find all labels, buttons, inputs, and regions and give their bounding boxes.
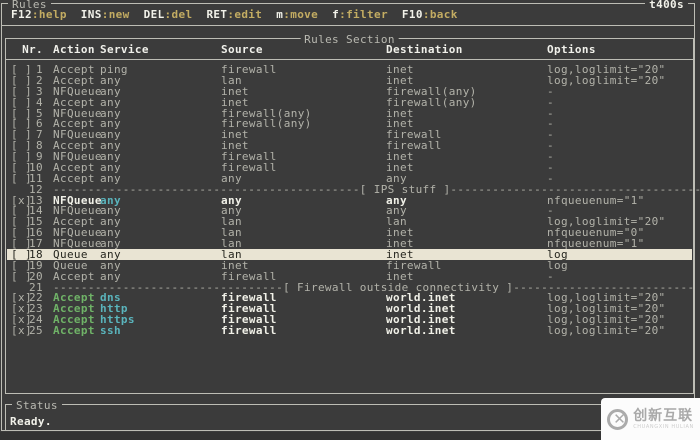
rule-options: log,loglimit="20" <box>547 75 666 86</box>
rule-options: log,loglimit="20" <box>547 325 666 336</box>
rule-destination: firewall(any) <box>386 97 477 108</box>
rule-service: ssh <box>100 325 121 336</box>
menu-key: F10 <box>402 8 423 21</box>
watermark: ✕ 创新互联 CHUANGXIN HULIAN <box>601 398 700 440</box>
menu-item-filter[interactable]: ffilter <box>332 9 388 20</box>
rule-number: 25 <box>17 325 43 336</box>
circle-x-logo-icon: ✕ <box>607 409 628 430</box>
watermark-brand: 创新互联 <box>633 409 694 424</box>
rule-source: inet <box>221 97 249 108</box>
bottom-strip <box>0 432 700 440</box>
menu-bar: F12help INSnew DELdel RETedit mmove ffil… <box>2 4 694 26</box>
menu-key: RET <box>206 8 227 21</box>
menu-item-edit[interactable]: RETedit <box>206 9 262 20</box>
rule-row[interactable]: [x]25Acceptsshfirewallworld.inetlog,logl… <box>7 325 692 336</box>
menu-label: edit <box>227 8 262 21</box>
status-title: Status <box>12 400 62 411</box>
x-glyph: ✕ <box>613 411 626 428</box>
menu-item-del[interactable]: DELdel <box>144 9 193 20</box>
menu-label: back <box>423 8 458 21</box>
menu-item-move[interactable]: mmove <box>276 9 318 20</box>
rule-options: nfqueuenum="1" <box>547 195 645 206</box>
rules-section-title: Rules Section <box>300 34 399 45</box>
rule-row[interactable]: [ ]4Acceptanyinetfirewall(any)- <box>7 97 692 108</box>
menu-item-new[interactable]: INSnew <box>81 9 130 20</box>
menu-label: move <box>283 8 318 21</box>
status-section: Status Ready. <box>5 404 694 431</box>
rule-number: 4 <box>17 97 43 108</box>
menu-item-back[interactable]: F10back <box>402 9 458 20</box>
rule-service: any <box>100 97 121 108</box>
menu-label: del <box>165 8 193 21</box>
window-title: Rules <box>8 0 51 10</box>
watermark-text: 创新互联 CHUANGXIN HULIAN <box>633 409 694 430</box>
menu-key: INS <box>81 8 102 21</box>
rules-rows: [ ]1Acceptpingfirewallinetlog,loglimit="… <box>6 39 693 393</box>
watermark-caption: CHUANGXIN HULIAN <box>633 424 694 430</box>
menu-label: filter <box>339 8 388 21</box>
rule-source: firewall <box>221 325 277 336</box>
rule-action: Accept <box>53 325 95 336</box>
rules-section: Rules Section Nr. Action Service Source … <box>5 38 694 394</box>
menu-key: DEL <box>144 8 165 21</box>
window-host-label: t400s <box>645 0 688 10</box>
rule-destination: world.inet <box>386 325 456 336</box>
menu-label: new <box>102 8 130 21</box>
status-message: Ready. <box>10 416 52 427</box>
rule-action: Accept <box>53 97 95 108</box>
rule-options: - <box>547 97 554 108</box>
terminal-screen: Rules t400s F12help INSnew DELdel RETedi… <box>0 0 700 440</box>
